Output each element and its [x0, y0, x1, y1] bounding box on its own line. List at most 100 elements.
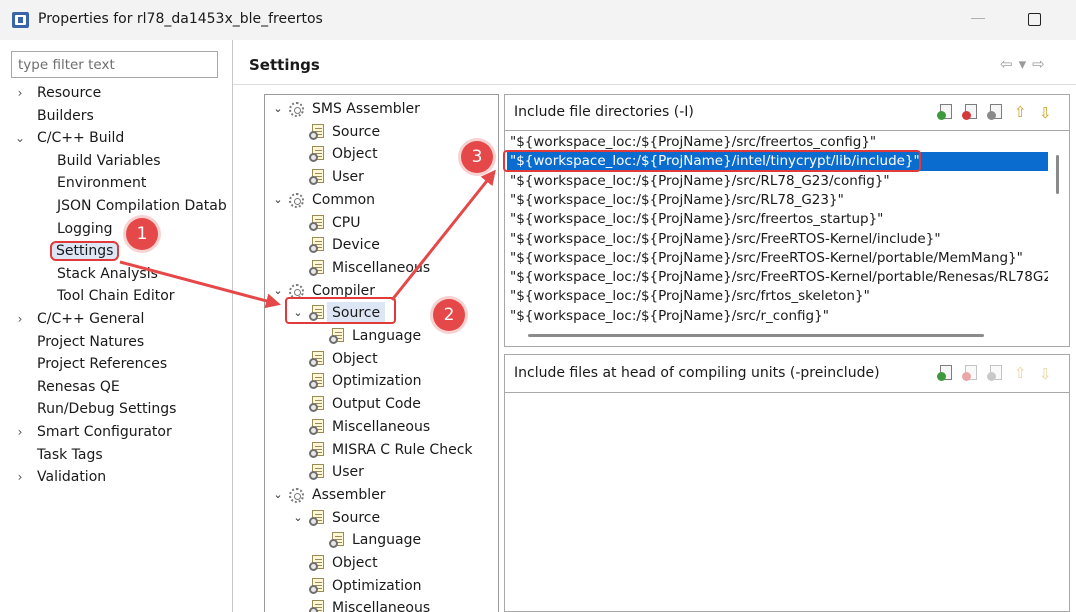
tree-item-label: Source — [332, 509, 381, 526]
sidebar-item[interactable]: ⌄ C/C++ Build — [15, 127, 124, 149]
move-down-icon[interactable]: ⇩ — [1037, 364, 1055, 382]
sidebar-item[interactable]: › Validation — [18, 466, 107, 488]
preinclude-title: Include files at head of compiling units… — [514, 365, 880, 381]
sidebar-item[interactable]: Builders — [37, 105, 94, 127]
options-page-icon — [309, 555, 326, 572]
include-dir-row[interactable]: "${workspace_loc:/${ProjName}/src/frtos_… — [507, 287, 1048, 306]
sidebar-item[interactable]: › Smart Configurator — [18, 421, 172, 443]
title-bar: Properties for rl78_da1453x_ble_freertos — [0, 0, 1076, 40]
tree-item[interactable]: ⌄ Source — [265, 507, 498, 529]
tree-item[interactable]: Object — [265, 552, 498, 574]
chevron-down-icon[interactable]: ⌄ — [272, 189, 284, 211]
sidebar-item[interactable]: Environment — [57, 172, 146, 194]
include-dir-row[interactable]: "${workspace_loc:/${ProjName}/src/FreeRT… — [507, 268, 1048, 287]
include-dir-row[interactable]: "${workspace_loc:/${ProjName}/src/FreeRT… — [507, 230, 1048, 249]
sidebar-item[interactable]: Project Natures — [37, 331, 144, 353]
tree-item[interactable]: Source — [265, 121, 498, 143]
tree-item[interactable]: Miscellaneous — [265, 257, 498, 279]
vertical-scrollbar[interactable] — [1056, 155, 1059, 194]
edit-icon[interactable] — [987, 103, 1005, 121]
history-menu-icon[interactable]: ▾ — [1019, 55, 1027, 73]
sidebar-item[interactable]: Stack Analysis — [57, 263, 158, 285]
tree-item[interactable]: ⌄ Common — [265, 189, 498, 211]
tree-item-label: Output Code — [332, 396, 421, 413]
sidebar-item[interactable]: JSON Compilation Datab — [57, 195, 227, 217]
filter-input[interactable] — [11, 51, 218, 78]
horizontal-scrollbar[interactable] — [528, 334, 984, 337]
add-icon[interactable] — [937, 364, 955, 382]
sidebar-item[interactable]: Project References — [37, 353, 167, 375]
tree-item[interactable]: Optimization — [265, 575, 498, 597]
options-page-icon — [309, 577, 326, 595]
tree-item-label: User — [332, 169, 364, 186]
sidebar-item-label: Validation — [37, 469, 107, 486]
delete-icon[interactable] — [962, 103, 980, 121]
sidebar-item[interactable]: Build Variables — [57, 150, 161, 172]
include-dir-row[interactable]: "${workspace_loc:/${ProjName}/src/RL78_G… — [507, 191, 1048, 210]
move-up-icon[interactable]: ⇧ — [1012, 364, 1030, 382]
chevron-right-icon[interactable]: › — [13, 421, 27, 443]
sidebar-item-label: Renesas QE — [37, 378, 120, 395]
tree-item[interactable]: Language — [265, 529, 498, 551]
minimize-button[interactable] — [971, 18, 985, 19]
chevron-down-icon[interactable]: ⌄ — [272, 484, 284, 506]
sidebar-item-label: JSON Compilation Datab — [57, 198, 227, 214]
tree-item[interactable]: Language — [265, 325, 498, 347]
move-down-icon[interactable]: ⇩ — [1037, 103, 1055, 121]
sidebar-item[interactable]: Renesas QE — [37, 376, 120, 398]
chevron-down-icon[interactable]: ⌄ — [292, 507, 304, 529]
move-up-icon[interactable]: ⇧ — [1012, 103, 1030, 121]
tree-item[interactable]: Object — [265, 348, 498, 370]
tree-item[interactable]: MISRA C Rule Check — [265, 439, 498, 461]
maximize-button[interactable] — [1028, 13, 1041, 26]
sidebar-item-label: Resource — [37, 85, 102, 101]
options-page-icon — [309, 509, 326, 527]
include-dir-row[interactable]: "${workspace_loc:/${ProjName}/src/r_conf… — [507, 307, 1048, 326]
tree-item-label: Miscellaneous — [332, 259, 431, 276]
tree-item[interactable]: Optimization — [265, 370, 498, 392]
include-dir-row[interactable]: "${workspace_loc:/${ProjName}/src/freert… — [507, 210, 1048, 229]
include-dir-row[interactable]: "${workspace_loc:/${ProjName}/src/RL78_G… — [507, 172, 1048, 191]
sidebar-item-label: Run/Debug Settings — [37, 401, 177, 418]
tree-item-label: MISRA C Rule Check — [332, 441, 473, 458]
sidebar-item-label: Tool Chain Editor — [57, 288, 175, 305]
tree-item[interactable]: CPU — [265, 212, 498, 234]
options-page-icon — [309, 464, 326, 481]
back-arrow-icon[interactable]: ⇦ — [1000, 55, 1013, 73]
sidebar-item-label: Project References — [37, 356, 168, 373]
tree-item[interactable]: Device — [265, 234, 498, 256]
sidebar-item[interactable]: Run/Debug Settings — [37, 398, 176, 420]
tool-gear-icon — [289, 487, 304, 503]
tree-item[interactable]: User — [265, 461, 498, 483]
delete-icon[interactable] — [962, 364, 980, 382]
edit-icon[interactable] — [987, 364, 1005, 382]
sidebar-item[interactable]: Logging — [57, 218, 113, 240]
sidebar-item[interactable]: › Resource — [18, 82, 102, 104]
include-dir-row[interactable]: "${workspace_loc:/${ProjName}/src/FreeRT… — [507, 249, 1048, 268]
chevron-right-icon[interactable]: › — [13, 308, 27, 330]
tree-item-label: Object — [332, 555, 378, 571]
chevron-right-icon[interactable]: › — [13, 82, 27, 104]
include-list-border — [504, 130, 1070, 131]
tree-item[interactable]: Miscellaneous — [265, 416, 498, 438]
chevron-right-icon[interactable]: › — [13, 466, 27, 488]
sidebar-item[interactable]: Settings — [50, 240, 120, 262]
tool-gear-icon — [289, 102, 304, 117]
chevron-down-icon[interactable]: ⌄ — [272, 98, 284, 120]
sidebar-item[interactable]: Tool Chain Editor — [57, 285, 175, 307]
chevron-down-icon[interactable]: ⌄ — [13, 127, 27, 149]
sidebar-item[interactable]: Task Tags — [37, 444, 103, 466]
tree-item[interactable]: Miscellaneous — [265, 597, 498, 612]
sidebar-item[interactable]: › C/C++ General — [18, 308, 145, 330]
forward-arrow-icon[interactable]: ⇨ — [1032, 55, 1045, 73]
tree-item[interactable]: ⌄ Assembler — [265, 484, 498, 506]
add-icon[interactable] — [937, 103, 955, 121]
tree-item[interactable]: User — [265, 166, 498, 188]
tree-item[interactable]: Output Code — [265, 393, 498, 415]
tree-item-label: Assembler — [312, 486, 386, 503]
window-title: Properties for rl78_da1453x_ble_freertos — [38, 11, 323, 27]
panel-divider[interactable] — [232, 40, 233, 612]
options-page-icon — [309, 373, 326, 390]
chevron-down-icon[interactable]: ⌄ — [272, 280, 284, 302]
tree-item[interactable]: ⌄ SMS Assembler — [265, 98, 498, 120]
